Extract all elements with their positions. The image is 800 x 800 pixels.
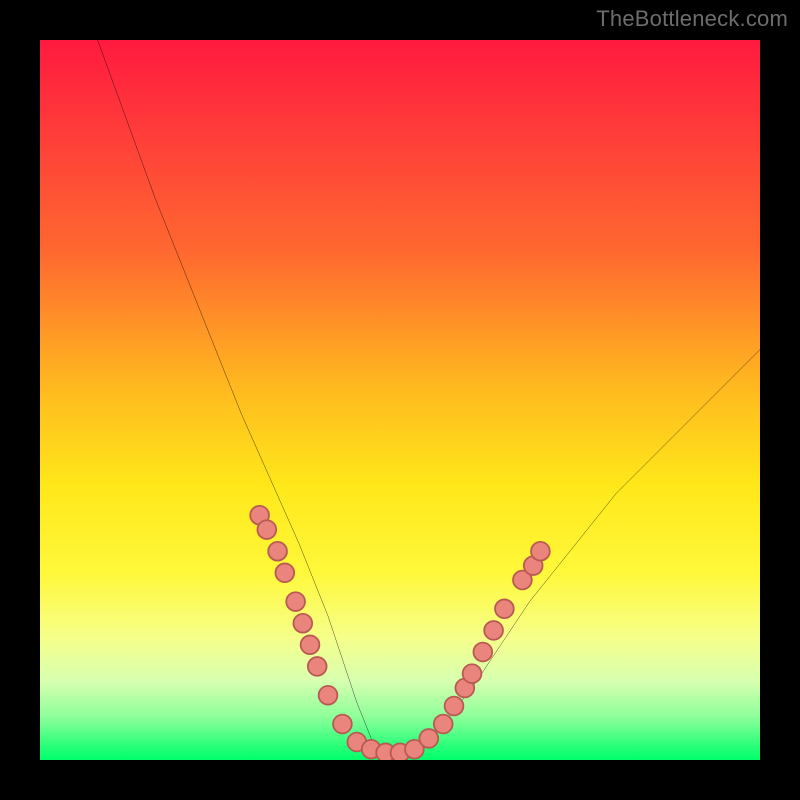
sample-marker	[301, 635, 320, 654]
sample-marker	[484, 621, 503, 640]
sample-marker	[319, 686, 338, 705]
sample-marker	[268, 542, 287, 561]
watermark-text: TheBottleneck.com	[596, 6, 788, 32]
bottleneck-curve	[98, 40, 760, 754]
chart-stage: TheBottleneck.com	[0, 0, 800, 800]
sample-marker	[495, 599, 514, 618]
sample-marker	[257, 520, 276, 539]
sample-marker	[473, 643, 492, 662]
bottleneck-plot	[40, 40, 760, 760]
sample-markers	[250, 506, 550, 760]
curve-layer	[98, 40, 760, 754]
sample-marker	[445, 697, 464, 716]
sample-marker	[434, 715, 453, 734]
sample-marker	[293, 614, 312, 633]
sample-marker	[463, 664, 482, 683]
sample-marker	[286, 592, 305, 611]
sample-marker	[275, 563, 294, 582]
sample-marker	[308, 657, 327, 676]
sample-marker	[333, 715, 352, 734]
sample-marker	[531, 542, 550, 561]
sample-marker	[419, 729, 438, 748]
